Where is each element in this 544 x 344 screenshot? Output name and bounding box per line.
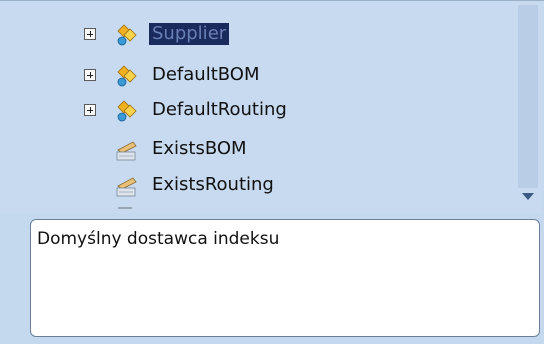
method-icon bbox=[116, 141, 137, 161]
description-box: Domyślny dostawca indeksu bbox=[30, 219, 540, 337]
property-group-icon bbox=[117, 65, 137, 87]
property-browser: Supplier DefaultBOM DefaultRouting Exist… bbox=[0, 0, 544, 344]
tree-item-label: ExistsBOM bbox=[152, 138, 247, 159]
property-group-icon bbox=[117, 24, 137, 46]
tree-item-label: ExistsRouting bbox=[152, 174, 274, 195]
expand-plus-icon[interactable] bbox=[84, 28, 96, 40]
tree-item-label: DefaultRouting bbox=[152, 99, 287, 120]
scroll-down-arrow-icon[interactable] bbox=[522, 193, 534, 200]
scrollbar-thumb[interactable] bbox=[518, 5, 538, 188]
partial-item-icon bbox=[118, 207, 132, 209]
expand-plus-icon[interactable] bbox=[84, 69, 96, 81]
description-text: Domyślny dostawca indeksu bbox=[37, 229, 280, 249]
property-tree[interactable]: Supplier DefaultBOM DefaultRouting Exist… bbox=[0, 1, 514, 213]
tree-item-label: Supplier bbox=[149, 23, 230, 45]
expand-plus-icon[interactable] bbox=[84, 104, 96, 116]
tree-item-label: DefaultBOM bbox=[152, 64, 260, 85]
vertical-scrollbar[interactable] bbox=[514, 1, 542, 213]
method-icon bbox=[116, 177, 137, 197]
property-group-icon bbox=[117, 100, 137, 122]
